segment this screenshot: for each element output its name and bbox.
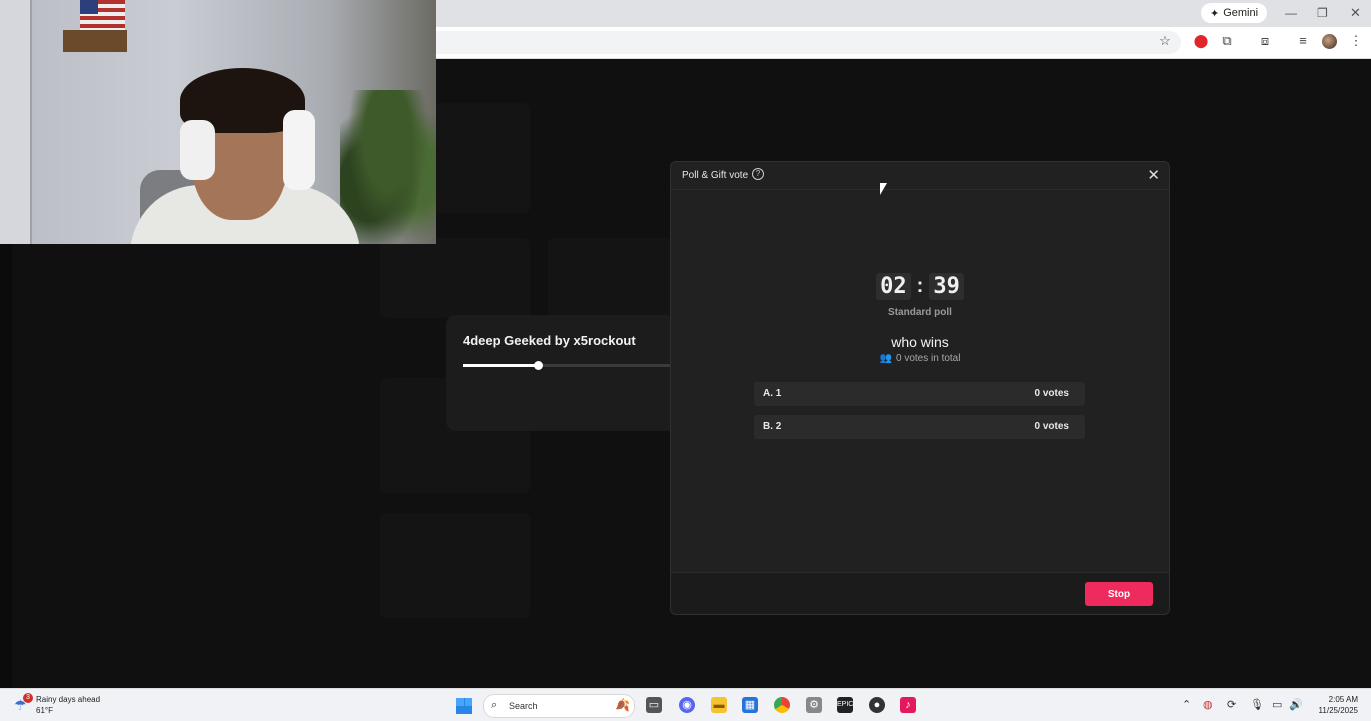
close-icon[interactable]: ✕ (1147, 166, 1160, 184)
poll-option-votes: 0 votes (1034, 421, 1069, 432)
volume-icon[interactable]: 🔊 (1289, 698, 1303, 711)
chrome-icon[interactable] (774, 697, 790, 713)
steam-icon[interactable]: ⚙ (806, 697, 822, 713)
flag-image (80, 0, 125, 30)
search-icon: ⌕ (491, 699, 498, 711)
tray-overflow-icon[interactable]: ⌃ (1182, 698, 1191, 711)
timer-seconds: 39 (929, 273, 964, 300)
profile-avatar[interactable] (1322, 34, 1337, 49)
poll-option-votes: 0 votes (1034, 388, 1069, 399)
modal-footer: Stop (671, 572, 1169, 614)
vote-total-text: 0 votes in total (895, 353, 961, 364)
bookmark-star-icon[interactable]: ☆ (1156, 33, 1174, 49)
webcam-feed (0, 0, 436, 244)
poll-question: who wins (891, 334, 949, 350)
gemini-label: Gemini (1223, 7, 1259, 19)
song-progress-bar[interactable] (463, 361, 676, 370)
sync-icon[interactable]: ⟳ (1227, 698, 1236, 711)
vote-total: 👥 0 votes in total (671, 353, 1169, 364)
poll-option-label: B. 2 (763, 421, 782, 432)
system-clock[interactable]: 2:05 AM 11/25/2025 (1319, 694, 1358, 716)
song-title: 4deep Geeked by x5rockout (463, 333, 636, 348)
sparkle-icon: ✦ (1210, 7, 1220, 20)
taskbar-search[interactable]: ⌕ Search 🍂 (483, 694, 635, 718)
opera-extension-icon[interactable]: ⬤ (1192, 33, 1210, 49)
file-explorer-icon[interactable]: ▬ (711, 697, 727, 713)
weather-temp: 61°F (36, 706, 53, 715)
weather-title: Rainy days ahead (36, 695, 101, 704)
now-playing-card: 4deep Geeked by x5rockout (446, 315, 676, 431)
bg-panel (380, 513, 530, 618)
more-menu-icon[interactable]: ⋮ (1347, 33, 1365, 49)
weather-badge: 3 (23, 693, 33, 703)
poll-gift-vote-modal: Poll & Gift vote ? ✕ 02 : 39 Standard po… (670, 161, 1170, 615)
playlist-icon[interactable]: ≡ (1294, 33, 1312, 48)
bg-panel (380, 238, 530, 318)
modal-title: Poll & Gift vote (682, 170, 749, 181)
address-bar[interactable] (436, 31, 1181, 54)
media-search-icon[interactable]: ⧈ (1256, 33, 1274, 49)
microsoft-store-icon[interactable]: ▦ (742, 697, 758, 713)
windows-start-icon[interactable] (456, 698, 472, 714)
discord-icon[interactable]: ◉ (679, 697, 695, 713)
headphone-icon (180, 120, 215, 180)
search-label: Search (509, 701, 538, 711)
song-progress-handle[interactable] (533, 361, 543, 370)
microphone-icon[interactable]: 🎙 (1250, 698, 1264, 711)
stop-button[interactable]: Stop (1085, 582, 1153, 606)
poll-option-label: A. 1 (763, 388, 782, 399)
clock-date: 11/25/2025 (1318, 706, 1358, 715)
timer-separator: : (916, 275, 924, 297)
restore-icon[interactable]: ❐ (1317, 6, 1328, 20)
tiktok-live-icon[interactable]: ♪ (900, 697, 916, 713)
timer-minutes: 02 (876, 273, 911, 300)
poll-type-label: Standard poll (888, 307, 952, 318)
minimize-icon[interactable]: — (1285, 6, 1297, 20)
weather-widget[interactable]: Rainy days ahead 61°F (36, 694, 100, 716)
task-view-icon[interactable]: ▭ (646, 697, 662, 713)
mouse-cursor-icon (880, 183, 887, 195)
poll-timer: 02 : 39 (671, 273, 1169, 300)
song-progress-fill (463, 364, 538, 367)
extensions-puzzle-icon[interactable]: ⧉ (1218, 33, 1236, 49)
poll-option: B. 2 0 votes (754, 415, 1085, 439)
tray-app-icon[interactable]: ◍ (1203, 698, 1213, 711)
window-close-icon[interactable]: ✕ (1350, 5, 1361, 21)
users-icon: 👥 (879, 353, 892, 364)
modal-header: Poll & Gift vote ? ✕ (671, 162, 1169, 190)
network-icon[interactable]: ▭ (1272, 698, 1282, 711)
epic-games-icon[interactable]: EPIC (837, 697, 853, 713)
poll-option: A. 1 0 votes (754, 382, 1085, 406)
plant-image (340, 90, 436, 244)
gemini-button[interactable]: ✦ Gemini (1201, 3, 1268, 23)
clock-time: 2:05 AM (1328, 695, 1358, 704)
help-icon[interactable]: ? (752, 168, 764, 180)
bg-panel (548, 238, 678, 318)
windows-taskbar: ☂ 3 Rainy days ahead 61°F ⌕ Search 🍂 ▭ ◉… (0, 688, 1371, 721)
autumn-search-highlight-icon: 🍂 (615, 698, 630, 712)
obs-icon[interactable]: ● (869, 697, 885, 713)
